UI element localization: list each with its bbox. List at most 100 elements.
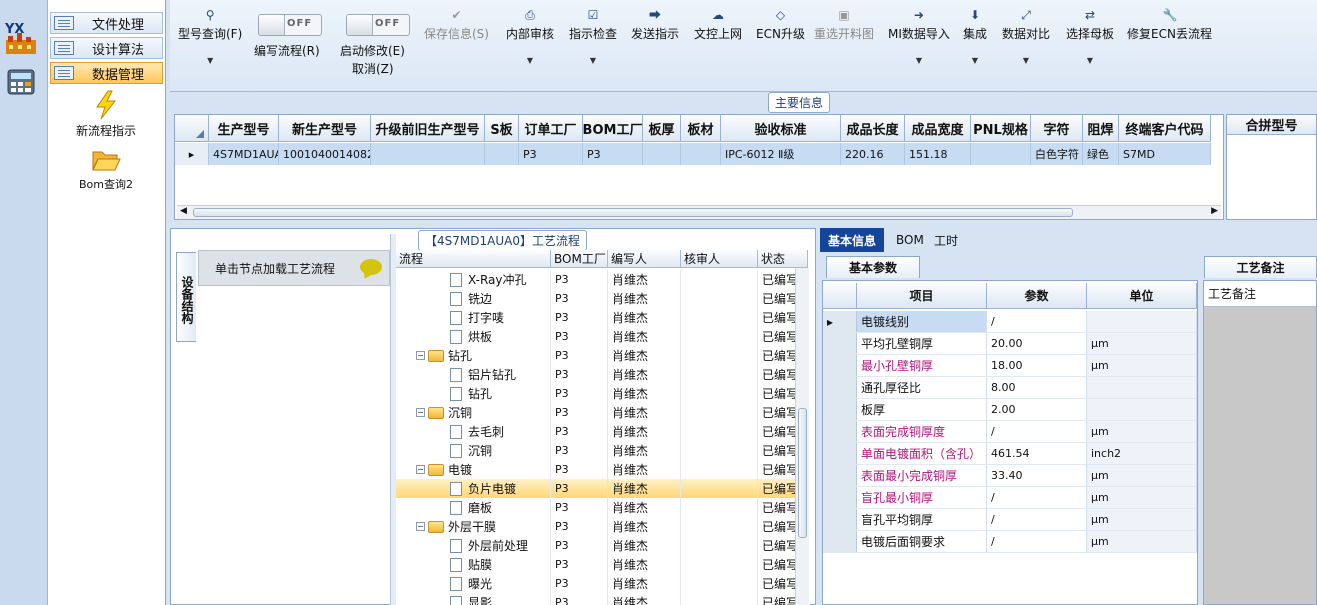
- column-header[interactable]: 参数: [987, 283, 1087, 309]
- calculator-icon[interactable]: [6, 68, 36, 98]
- table-cell[interactable]: 绿色: [1083, 143, 1119, 165]
- mi-data-import-button[interactable]: ➜ MI数据导入 ▼: [888, 8, 950, 65]
- column-header[interactable]: 成品长度: [841, 115, 905, 142]
- reselect-cutting-drawing-button[interactable]: ▣ 重选开料图: [814, 8, 874, 42]
- column-header[interactable]: 字符: [1031, 115, 1083, 142]
- scroll-thumb[interactable]: [193, 208, 1073, 217]
- tree-row[interactable]: 打字唛 P3 肖维杰 已编写: [396, 308, 808, 327]
- column-header[interactable]: PNL规格: [971, 115, 1031, 142]
- chevron-down-icon[interactable]: ▼: [963, 56, 987, 65]
- process-name-cell[interactable]: 沉铜: [396, 441, 551, 460]
- send-instruction-button[interactable]: ⮕ 发送指示: [631, 8, 679, 42]
- tab-process-remark[interactable]: 工艺备注: [1204, 256, 1317, 278]
- column-header[interactable]: 流程: [396, 250, 551, 268]
- column-header[interactable]: 成品宽度: [905, 115, 971, 142]
- tree-row[interactable]: − 外层干膜 P3 肖维杰 已编写: [396, 517, 808, 536]
- param-value[interactable]: /: [987, 487, 1087, 508]
- save-info-button[interactable]: ✔ 保存信息(S): [424, 8, 489, 42]
- chevron-down-icon[interactable]: ▼: [506, 56, 554, 65]
- data-compare-button[interactable]: ⤢ 数据对比 ▼: [1002, 8, 1050, 65]
- param-value[interactable]: 33.40: [987, 465, 1087, 486]
- tree-row[interactable]: 铣边 P3 肖维杰 已编写: [396, 289, 808, 308]
- column-header[interactable]: BOM工厂: [551, 250, 608, 268]
- table-cell[interactable]: [681, 143, 721, 165]
- start-modify-toggle[interactable]: OFF: [346, 14, 410, 36]
- param-row[interactable]: 盲孔最小铜厚 / μm: [823, 487, 1197, 509]
- scroll-left-icon[interactable]: ◀: [180, 206, 187, 216]
- table-cell[interactable]: [971, 143, 1031, 165]
- param-row[interactable]: 表面最小完成铜厚 33.40 μm: [823, 465, 1197, 487]
- sub-item-bom-query[interactable]: Bom查询2: [48, 148, 164, 192]
- internal-review-button[interactable]: ⎙ 内部审核 ▼: [506, 8, 554, 65]
- process-name-cell[interactable]: 铝片钻孔: [396, 365, 551, 384]
- table-cell[interactable]: P3: [583, 143, 643, 165]
- process-name-cell[interactable]: 铣边: [396, 289, 551, 308]
- process-name-cell[interactable]: 钻孔: [396, 384, 551, 403]
- table-cell[interactable]: 151.18: [905, 143, 971, 165]
- column-header[interactable]: 状态: [758, 250, 808, 268]
- chevron-down-icon[interactable]: ▼: [888, 56, 950, 65]
- param-value[interactable]: 8.00: [987, 377, 1087, 398]
- param-row[interactable]: 盲孔平均铜厚 / μm: [823, 509, 1197, 531]
- process-name-cell[interactable]: X-Ray冲孔: [396, 270, 551, 289]
- column-header[interactable]: 核审人: [681, 250, 758, 268]
- column-header[interactable]: 板材: [681, 115, 721, 142]
- column-header[interactable]: BOM工厂: [583, 115, 643, 142]
- collapse-toggle-icon[interactable]: −: [416, 522, 425, 531]
- column-header[interactable]: 阻焊: [1083, 115, 1119, 142]
- collapse-toggle-icon[interactable]: −: [416, 351, 425, 360]
- tree-row[interactable]: − 电镀 P3 肖维杰 已编写: [396, 460, 808, 479]
- nav-item-algorithm[interactable]: 设计算法: [50, 37, 163, 59]
- select-mother-board-button[interactable]: ⇄ 选择母板 ▼: [1066, 8, 1114, 65]
- process-name-cell[interactable]: 磨板: [396, 498, 551, 517]
- tree-row[interactable]: 磨板 P3 肖维杰 已编写: [396, 498, 808, 517]
- column-header[interactable]: 单位: [1087, 283, 1197, 309]
- doc-control-online-button[interactable]: ☁ 文控上网: [694, 8, 742, 42]
- process-name-cell[interactable]: 曝光: [396, 574, 551, 593]
- instruction-check-button[interactable]: ☑ 指示检查 ▼: [569, 8, 617, 65]
- param-value[interactable]: /: [987, 311, 1087, 332]
- fix-ecn-process-button[interactable]: 🔧 修复ECN丢流程: [1127, 8, 1212, 42]
- write-process-toggle[interactable]: OFF: [258, 14, 322, 36]
- param-row[interactable]: 表面完成铜厚度 / μm: [823, 421, 1197, 443]
- column-header[interactable]: 生产型号: [209, 115, 279, 142]
- tab-basic-info[interactable]: 基本信息: [820, 228, 885, 252]
- table-cell[interactable]: 4S7MD1AUA0: [209, 143, 279, 165]
- param-row[interactable]: 单面电镀面积（含孔） 461.54 inch2: [823, 443, 1197, 465]
- process-name-cell[interactable]: 去毛刺: [396, 422, 551, 441]
- param-row[interactable]: 板厚 2.00: [823, 399, 1197, 421]
- param-value[interactable]: 18.00: [987, 355, 1087, 376]
- column-header[interactable]: 项目: [857, 283, 987, 309]
- integrate-button[interactable]: ⬇ 集成 ▼: [963, 8, 987, 65]
- tree-row[interactable]: 曝光 P3 肖维杰 已编写: [396, 574, 808, 593]
- tree-row[interactable]: − 沉铜 P3 肖维杰 已编写: [396, 403, 808, 422]
- param-value[interactable]: /: [987, 509, 1087, 530]
- param-row[interactable]: 平均孔壁铜厚 20.00 μm: [823, 333, 1197, 355]
- column-header[interactable]: 终端客户代码: [1119, 115, 1211, 142]
- process-name-cell[interactable]: 烘板: [396, 327, 551, 346]
- tree-row[interactable]: − 钻孔 P3 肖维杰 已编写: [396, 346, 808, 365]
- model-query-button[interactable]: ⚲ 型号查询(F) ▼: [178, 8, 242, 65]
- collapse-toggle-icon[interactable]: −: [416, 408, 425, 417]
- nav-item-data-management[interactable]: 数据管理: [50, 62, 163, 84]
- process-name-cell[interactable]: 贴膜: [396, 555, 551, 574]
- tree-row[interactable]: 铝片钻孔 P3 肖维杰 已编写: [396, 365, 808, 384]
- process-name-cell[interactable]: − 外层干膜: [396, 517, 551, 536]
- column-header[interactable]: 编写人: [608, 250, 681, 268]
- chevron-down-icon[interactable]: ▼: [569, 56, 617, 65]
- tab-basic-params[interactable]: 基本参数: [826, 256, 920, 278]
- tree-row[interactable]: 沉铜 P3 肖维杰 已编写: [396, 441, 808, 460]
- param-value[interactable]: /: [987, 421, 1087, 442]
- process-name-cell[interactable]: 负片电镀: [396, 479, 551, 498]
- vertical-scrollbar[interactable]: [795, 268, 809, 605]
- param-value[interactable]: 2.00: [987, 399, 1087, 420]
- table-cell[interactable]: 220.16: [841, 143, 905, 165]
- table-cell[interactable]: 10010400140821: [279, 143, 371, 165]
- tree-row[interactable]: 显影 P3 肖维杰 已编写: [396, 593, 808, 605]
- param-row[interactable]: ▸ 电镀线别 /: [823, 311, 1197, 333]
- chevron-down-icon[interactable]: ▼: [1002, 56, 1050, 65]
- param-value[interactable]: 20.00: [987, 333, 1087, 354]
- table-cell[interactable]: [485, 143, 519, 165]
- tree-row[interactable]: 去毛刺 P3 肖维杰 已编写: [396, 422, 808, 441]
- chevron-down-icon[interactable]: ▼: [1066, 56, 1114, 65]
